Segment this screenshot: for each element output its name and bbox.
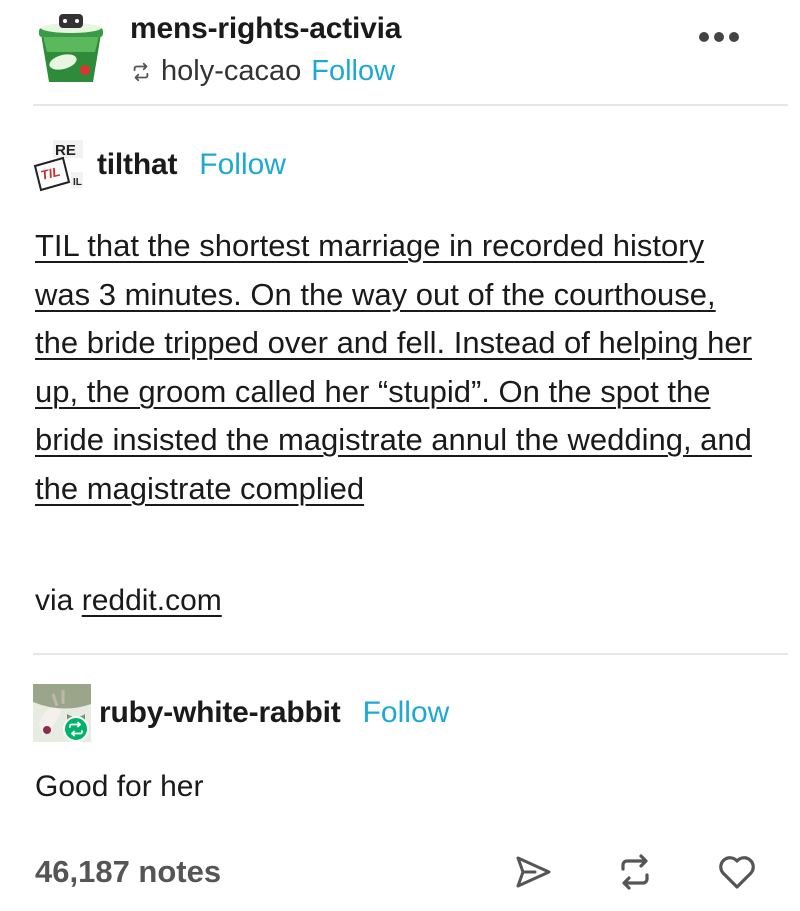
divider (33, 104, 788, 106)
more-options-icon[interactable] (697, 30, 741, 44)
post-header: mens-rights-activia holy-cacao Follow (0, 0, 800, 105)
source-link[interactable]: reddit.com (82, 584, 222, 617)
reblog-badge-icon (63, 716, 89, 742)
via-label: via (35, 584, 74, 617)
reblog-icon (133, 62, 149, 81)
trail-header-tilthat: RE TIL IL tilthat Follow (33, 137, 286, 193)
trail-author-name[interactable]: ruby-white-rabbit (99, 696, 341, 730)
follow-button[interactable]: Follow (363, 696, 450, 730)
ruby-white-rabbit-avatar[interactable] (33, 684, 91, 742)
trail-header-ruby-white-rabbit: ruby-white-rabbit Follow (33, 683, 449, 743)
share-icon[interactable] (513, 852, 553, 892)
reblogged-from-name[interactable]: holy-cacao (161, 55, 301, 88)
heart-icon[interactable] (717, 852, 757, 892)
til-post-link-text[interactable]: TIL that the shortest marriage in record… (35, 222, 755, 513)
tilthat-avatar[interactable]: RE TIL IL (33, 138, 87, 192)
reblog-icon[interactable] (615, 852, 655, 892)
follow-button[interactable]: Follow (311, 55, 395, 88)
blog-name[interactable]: mens-rights-activia (130, 12, 401, 46)
follow-button[interactable]: Follow (199, 148, 286, 182)
notes-count[interactable]: 46,187 notes (35, 854, 221, 890)
trail-author-name[interactable]: tilthat (97, 148, 177, 182)
divider (33, 653, 788, 655)
reply-text: Good for her (35, 770, 204, 803)
svg-text:IL: IL (73, 177, 82, 188)
reblog-attribution: holy-cacao Follow (130, 55, 395, 88)
source-attribution: via reddit.com (35, 584, 222, 618)
blog-avatar[interactable] (33, 12, 109, 88)
svg-text:RE: RE (55, 142, 76, 159)
